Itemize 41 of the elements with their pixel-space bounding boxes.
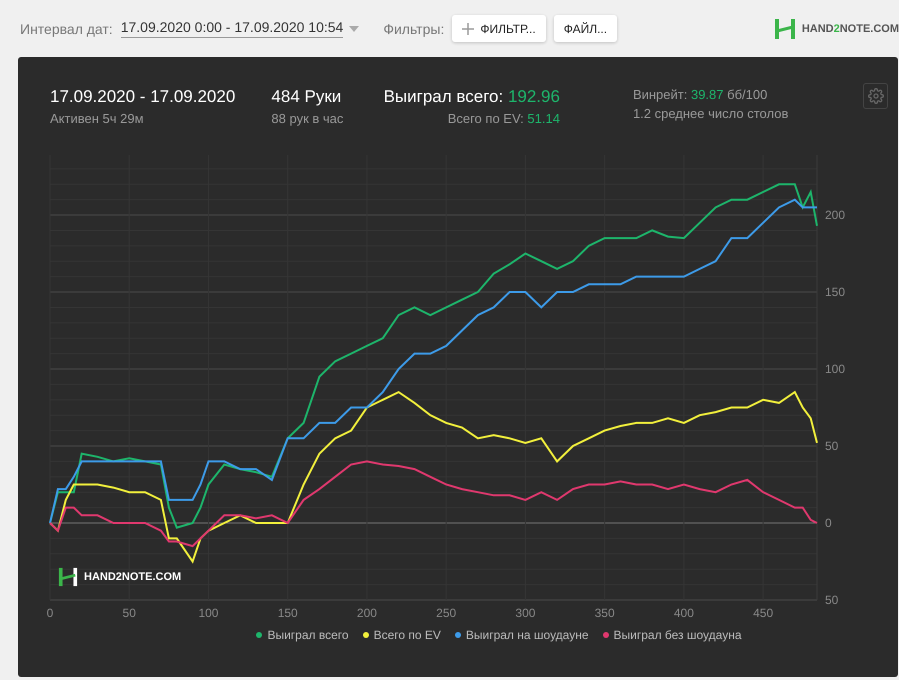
date-range-label: Интервал дат: — [20, 20, 113, 36]
legend-item[interactable]: Выиграл на шоудауне — [454, 628, 589, 642]
legend-item[interactable]: Выиграл всего — [256, 628, 349, 642]
y-axis-label: 0 — [825, 516, 832, 530]
logo-text: HAND2NOTE.COM — [802, 22, 899, 34]
filters-label: Фильтры: — [383, 20, 444, 36]
x-axis-label: 150 — [278, 606, 298, 620]
settings-button[interactable] — [863, 83, 888, 109]
logo-icon — [58, 567, 78, 587]
x-axis-label: 300 — [515, 606, 536, 620]
x-axis-label: 200 — [356, 606, 377, 620]
hands-per-hour-text: 88 рук в час — [271, 111, 344, 126]
logo-icon — [774, 18, 796, 40]
legend-item[interactable]: Всего по EV — [362, 628, 441, 642]
settings-icon — [868, 88, 884, 104]
filter-button[interactable]: ФИЛЬТР... — [452, 15, 546, 42]
x-axis-label: 250 — [436, 606, 456, 620]
date-range-dropdown[interactable]: 17.09.2020 0:00 - 17.09.2020 10:54 — [120, 19, 344, 38]
ev-total-text: Всего по EV: 51.14 — [448, 111, 560, 126]
tables-text: 1.2 среднее число столов — [632, 106, 788, 121]
hands-count: 484 Руки — [271, 87, 342, 107]
caret-icon[interactable] — [349, 26, 360, 32]
file-button[interactable]: ФАЙЛ... — [554, 15, 618, 42]
y-axis-label: 100 — [825, 362, 846, 376]
legend-item[interactable]: Выиграл без шоудауна — [602, 628, 742, 642]
y-axis-label: 50 — [825, 593, 838, 607]
period-text: 17.09.2020 - 17.09.2020 — [50, 87, 236, 107]
y-axis-label: 50 — [825, 439, 838, 454]
x-axis-label: 50 — [122, 606, 136, 620]
x-axis-label: 450 — [753, 606, 774, 620]
active-time-text: Активен 5ч 29м — [50, 111, 144, 126]
winrate-text: Винрейт: 39.87 бб/100 — [632, 87, 768, 102]
x-axis-label: 0 — [46, 606, 54, 620]
y-axis-label: 200 — [825, 208, 846, 222]
watermark-text: HAND2NOTE.COM — [84, 571, 182, 583]
total-won-text: Выиграл всего: 192.96 — [384, 87, 560, 107]
x-axis-label: 100 — [198, 606, 218, 620]
x-axis-label: 350 — [594, 606, 615, 620]
y-axis-label: 150 — [825, 285, 846, 300]
plus-icon — [462, 22, 474, 34]
x-axis-label: 400 — [674, 606, 694, 620]
